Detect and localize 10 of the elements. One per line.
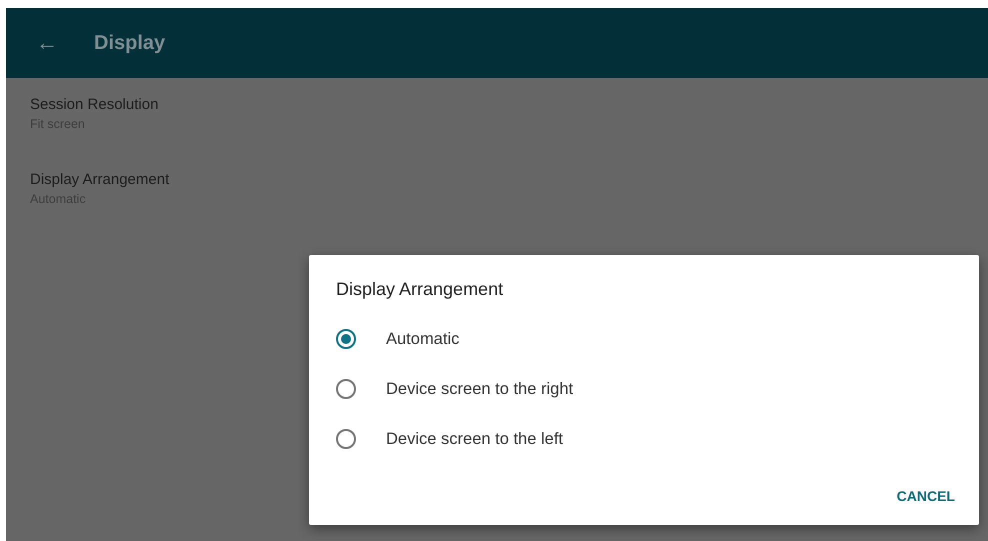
radio-option[interactable]: Device screen to the left (336, 414, 564, 464)
radio-button[interactable] (336, 379, 356, 399)
radio-option[interactable]: Device screen to the right (336, 364, 574, 414)
radio-button[interactable] (336, 329, 356, 349)
radio-option[interactable]: Automatic (336, 314, 460, 364)
app-bar-title: Display (94, 32, 166, 54)
cancel-button[interactable]: CANCEL (896, 482, 955, 510)
back-icon[interactable]: ← (36, 30, 58, 56)
radio-button[interactable] (336, 429, 356, 449)
dialog-title: Display Arrangement (336, 279, 504, 300)
